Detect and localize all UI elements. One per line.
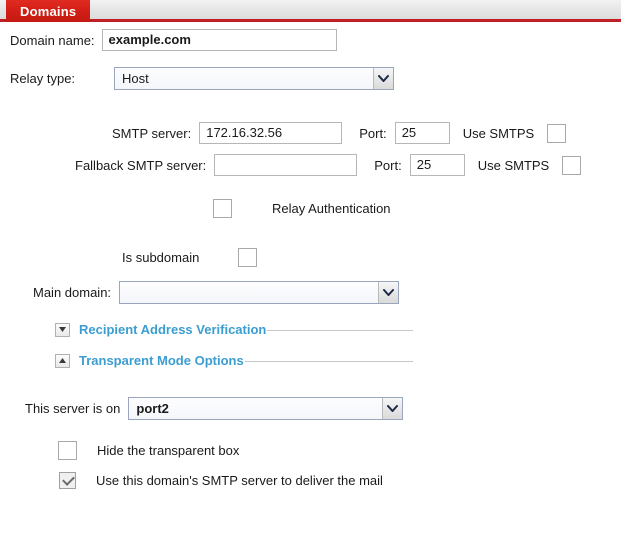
chevron-down-icon[interactable]	[55, 322, 70, 337]
chevron-down-icon	[382, 398, 403, 419]
fallback-use-smtps-label: Use SMTPS	[477, 157, 550, 173]
server-interface-value: port2	[136, 401, 169, 416]
is-subdomain-checkbox[interactable]	[238, 248, 258, 267]
section-title-recipient-address-verification[interactable]: Recipient Address Verification	[79, 322, 266, 337]
main-domain-select[interactable]	[119, 281, 400, 304]
is-subdomain-label: Is subdomain	[122, 250, 200, 265]
chevron-down-icon	[378, 282, 399, 303]
section-divider	[244, 360, 413, 362]
chevron-up-icon[interactable]	[55, 353, 70, 368]
relay-type-value: Host	[122, 71, 149, 86]
fallback-smtp-server-row: Fallback SMTP server: Port: Use SMTPS	[75, 154, 582, 176]
relay-authentication-row: Relay Authentication	[213, 199, 391, 218]
hide-transparent-box-label: Hide the transparent box	[97, 443, 240, 458]
section-divider	[267, 329, 413, 331]
fallback-use-smtps-checkbox[interactable]	[562, 155, 582, 175]
relay-type-label: Relay type:	[10, 71, 76, 86]
is-subdomain-row: Is subdomain	[122, 248, 258, 267]
relay-authentication-label: Relay Authentication	[272, 201, 391, 216]
server-interface-label: This server is on	[25, 401, 121, 416]
fallback-port-input[interactable]	[409, 154, 465, 176]
smtp-port-input[interactable]	[394, 122, 450, 144]
smtp-server-row: SMTP server: Port: Use SMTPS	[112, 122, 567, 144]
hide-transparent-box-row: Hide the transparent box	[58, 441, 239, 460]
domain-name-label: Domain name:	[10, 32, 95, 48]
relay-type-select[interactable]: Host	[114, 67, 395, 90]
use-domain-smtp-label: Use this domain's SMTP server to deliver…	[96, 473, 383, 488]
main-domain-label: Main domain:	[33, 285, 112, 300]
smtp-server-label: SMTP server:	[112, 125, 192, 141]
fallback-port-label: Port:	[374, 157, 402, 173]
tab-bar: Domains	[0, 0, 621, 22]
section-title-transparent-mode-options[interactable]: Transparent Mode Options	[79, 353, 244, 368]
server-interface-row: This server is on port2	[25, 397, 404, 420]
fallback-smtp-server-input[interactable]	[214, 154, 358, 176]
use-domain-smtp-row: Use this domain's SMTP server to deliver…	[59, 472, 383, 489]
section-transparent-mode-options[interactable]: Transparent Mode Options	[55, 353, 413, 368]
main-domain-row: Main domain:	[33, 281, 400, 304]
fallback-smtp-server-label: Fallback SMTP server:	[75, 157, 207, 173]
relay-authentication-checkbox[interactable]	[213, 199, 232, 218]
hide-transparent-box-checkbox[interactable]	[58, 441, 77, 460]
tab-domains[interactable]: Domains	[6, 0, 91, 22]
section-recipient-address-verification[interactable]: Recipient Address Verification	[55, 322, 413, 337]
smtp-port-label: Port:	[359, 125, 387, 141]
smtp-use-smtps-checkbox[interactable]	[547, 123, 567, 143]
domain-name-input[interactable]	[101, 29, 337, 51]
smtp-server-input[interactable]	[199, 122, 343, 144]
relay-type-row: Relay type: Host	[10, 67, 395, 90]
smtp-use-smtps-label: Use SMTPS	[462, 125, 535, 141]
domain-name-row: Domain name:	[10, 29, 337, 51]
server-interface-select[interactable]: port2	[128, 397, 404, 420]
use-domain-smtp-checkbox[interactable]	[59, 472, 76, 489]
chevron-down-icon	[373, 68, 394, 89]
